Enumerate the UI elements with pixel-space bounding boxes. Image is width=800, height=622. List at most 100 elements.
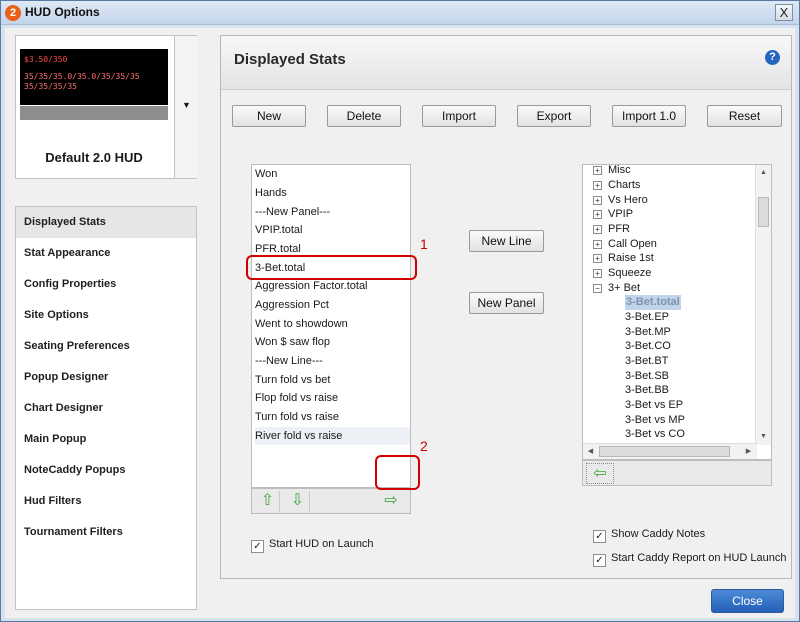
sidebar-item-seating-preferences[interactable]: Seating Preferences [16,331,196,362]
add-stat-arrow-icon[interactable]: ⇨ [379,491,403,512]
tree-group-misc[interactable]: + Misc [593,165,631,177]
expand-plus-icon[interactable]: + [593,225,602,234]
list-item[interactable]: Hands [255,184,410,202]
scroll-up-arrow-icon[interactable]: ▲ [756,165,771,180]
help-icon[interactable]: ? [765,50,780,65]
move-up-arrow-icon[interactable]: ⇧ [256,491,280,512]
tree-group-label: Squeeze [608,267,652,279]
tree-leaf[interactable]: 3-Bet.CO [625,339,671,354]
hud-dropdown-button[interactable]: ▼ [174,36,197,178]
panel-title: Displayed Stats [234,51,346,68]
tree-leaf[interactable]: 3-Bet.SB [625,369,669,384]
checkbox-label: Start HUD on Launch [269,538,374,550]
displayed-stats-list: Won Hands ---New Panel--- VPIP.total PFR… [251,164,411,488]
annotation-number: 1 [420,236,428,252]
list-item[interactable]: River fold vs raise [255,427,410,445]
tree-horizontal-scrollbar[interactable]: ◀ ▶ [583,443,757,459]
tree-leaf-selected[interactable]: 3-Bet.total [625,295,681,310]
hud-preview-selector[interactable]: $3.50/350 35/35/35.0/35.0/35/35/35 35/35… [15,35,197,179]
new-button[interactable]: New [232,105,306,127]
sidebar-item-stat-appearance[interactable]: Stat Appearance [16,238,196,269]
scroll-left-arrow-icon[interactable]: ◀ [583,444,598,459]
new-panel-button[interactable]: New Panel [469,292,544,314]
collapse-minus-icon[interactable]: − [593,284,602,293]
sidebar-item-config-properties[interactable]: Config Properties [16,269,196,300]
expand-plus-icon[interactable]: + [593,269,602,278]
checkmark-icon[interactable]: ✓ [593,554,606,567]
list-item[interactable]: Flop fold vs raise [255,389,410,407]
list-item[interactable]: ---New Line--- [255,352,410,370]
tree-leaf[interactable]: 3-Bet.BT [625,354,668,369]
tree-leaf[interactable]: 3-Bet.EP [625,310,669,325]
sidebar-item-displayed-stats[interactable]: Displayed Stats [16,207,196,238]
sidebar-item-hud-filters[interactable]: Hud Filters [16,486,196,517]
tree-group-label: Call Open [608,238,657,250]
sidebar-item-tournament-filters[interactable]: Tournament Filters [16,517,196,548]
list-item[interactable]: Went to showdown [255,315,410,333]
list-item[interactable]: Aggression Pct [255,296,410,314]
list-item[interactable]: Won [255,165,410,183]
scroll-right-arrow-icon[interactable]: ▶ [741,444,756,459]
expand-plus-icon[interactable]: + [593,210,602,219]
tree-leaf[interactable]: 3-Bet vs EP [625,398,683,413]
tree-group-call-open[interactable]: + Call Open [593,237,657,251]
tree-group-vs-hero[interactable]: + Vs Hero [593,193,648,207]
export-button[interactable]: Export [517,105,591,127]
show-caddy-notes-checkbox[interactable]: ✓ Show Caddy Notes [593,527,705,543]
scroll-down-arrow-icon[interactable]: ▼ [756,429,771,444]
list-item[interactable]: Turn fold vs raise [255,408,410,426]
tree-group-charts[interactable]: + Charts [593,178,640,192]
hud-name-label: Default 2.0 HUD [45,150,143,165]
start-caddy-report-checkbox[interactable]: ✓ Start Caddy Report on HUD Launch [593,551,786,567]
options-sidebar: Displayed Stats Stat Appearance Config P… [15,206,197,610]
expand-plus-icon[interactable]: + [593,254,602,263]
tree-group-label: 3+ Bet [608,282,641,294]
sidebar-item-chart-designer[interactable]: Chart Designer [16,393,196,424]
list-item[interactable]: Won $ saw flop [255,333,410,351]
tree-group-squeeze[interactable]: + Squeeze [593,266,651,280]
tree-group-label: Vs Hero [608,194,648,206]
tree-group-pfr[interactable]: + PFR [593,222,630,236]
expand-plus-icon[interactable]: + [593,166,602,175]
close-button[interactable]: Close [711,589,784,613]
chevron-down-icon: ▼ [182,100,191,110]
checkmark-icon[interactable]: ✓ [251,540,264,553]
title-bar[interactable]: 2 HUD Options X [1,1,799,25]
delete-button[interactable]: Delete [327,105,401,127]
tree-leaf[interactable]: 3-Bet vs MP [625,413,685,428]
hud-preview-line: $3.50/350 [24,55,68,64]
list-item[interactable]: ---New Panel--- [255,203,410,221]
start-hud-checkbox[interactable]: ✓ Start HUD on Launch [251,537,374,553]
sidebar-item-popup-designer[interactable]: Popup Designer [16,362,196,393]
tree-leaf[interactable]: 3-Bet.MP [625,325,671,340]
import-button[interactable]: Import [422,105,496,127]
sidebar-item-notecaddy-popups[interactable]: NoteCaddy Popups [16,455,196,486]
tree-leaf[interactable]: 3-Bet vs CO [625,427,685,442]
new-line-button[interactable]: New Line [469,230,544,252]
list-item[interactable]: Turn fold vs bet [255,371,410,389]
tree-leaf[interactable]: 3-Bet.BB [625,383,669,398]
tree-group-3-plus-bet[interactable]: −3+ Bet [593,281,640,295]
reset-button[interactable]: Reset [707,105,782,127]
list-item[interactable]: VPIP.total [255,221,410,239]
tree-group-raise-1st[interactable]: + Raise 1st [593,251,654,265]
checkbox-label: Show Caddy Notes [611,528,706,540]
displayed-stats-panel: Displayed Stats ? New Delete Import Expo… [220,35,792,579]
sidebar-item-site-options[interactable]: Site Options [16,300,196,331]
hud-preview-bar [20,106,168,120]
scrollbar-thumb[interactable] [599,446,730,457]
annotation-number: 2 [420,438,428,454]
tree-group-vpip[interactable]: + VPIP [593,207,633,221]
scrollbar-thumb[interactable] [758,197,769,227]
sidebar-item-main-popup[interactable]: Main Popup [16,424,196,455]
checkmark-icon[interactable]: ✓ [593,530,606,543]
remove-stat-arrow-icon[interactable]: ⇦ [586,463,614,484]
expand-plus-icon[interactable]: + [593,181,602,190]
tree-vertical-scrollbar[interactable]: ▲ ▼ [755,165,771,445]
window-close-button[interactable]: X [775,4,793,21]
hud-preview-image: $3.50/350 35/35/35.0/35.0/35/35/35 35/35… [20,49,168,105]
move-down-arrow-icon[interactable]: ⇩ [286,491,310,512]
expand-plus-icon[interactable]: + [593,196,602,205]
expand-plus-icon[interactable]: + [593,240,602,249]
import-1-0-button[interactable]: Import 1.0 [612,105,686,127]
